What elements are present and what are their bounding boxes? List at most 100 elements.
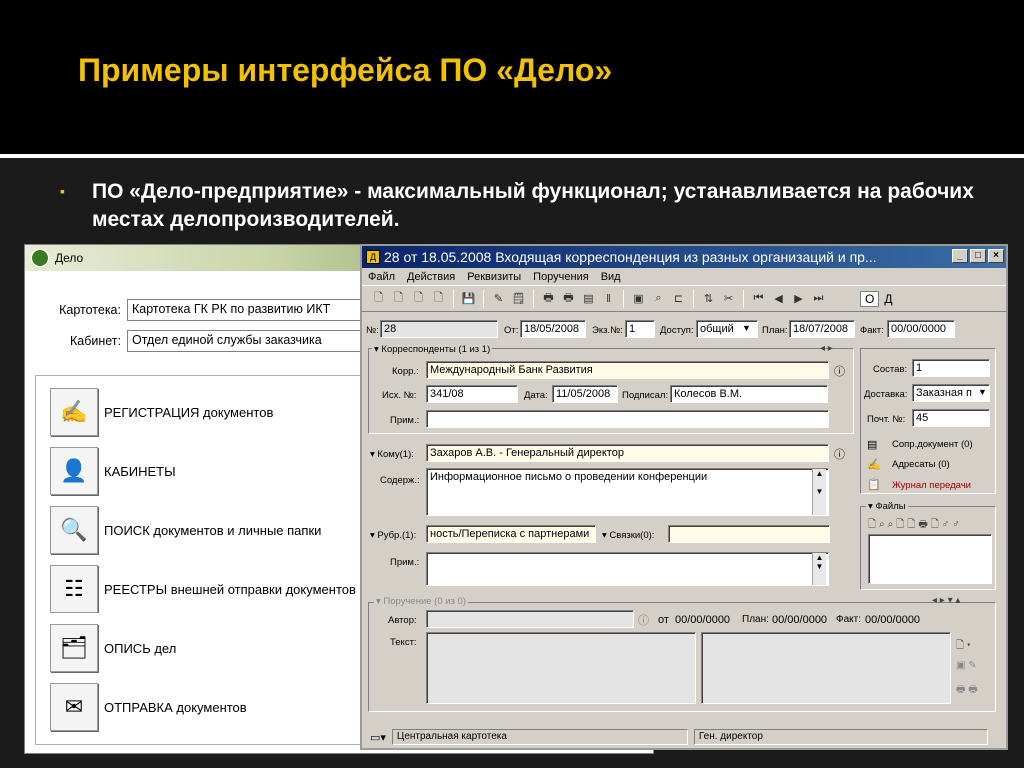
new-doc-icon[interactable]: 🗋 (370, 290, 387, 307)
kartoteka-row: Картотека: Картотека ГК РК по развитию И… (41, 299, 387, 321)
fact-field[interactable]: 00/00/0000 (887, 320, 955, 338)
notes-icon[interactable]: 🗒 (510, 290, 527, 307)
menu-file[interactable]: Файл (368, 271, 395, 283)
minimize-button[interactable]: _ (952, 249, 968, 263)
maximize-button[interactable]: □ (970, 249, 986, 263)
prim2-scrollbar[interactable]: ▲ ▼ (812, 553, 826, 585)
date-label: Дата: (524, 390, 548, 401)
from-field[interactable]: 18/05/2008 (520, 320, 586, 338)
menu-search-label: ПОИСК документов и личные папки (104, 522, 322, 538)
inventory-icon: 🗂 (50, 624, 98, 672)
new-doc-template-icon[interactable]: 🗋 (430, 290, 447, 307)
svyazki-field[interactable] (668, 525, 830, 543)
num-label: №: (366, 325, 379, 336)
rubr-field[interactable]: ность/Переписка с партнерами (426, 525, 596, 543)
plan-field[interactable]: 18/07/2008 (789, 320, 855, 338)
kabinet-label: Кабинет: (69, 334, 121, 348)
link-addressees[interactable]: Адресаты (0) (892, 459, 950, 470)
scan-icon[interactable]: ▣ (630, 290, 647, 307)
menu-cabinets[interactable]: 👤 КАБИНЕТЫ (50, 447, 176, 495)
save-icon[interactable]: 💾 (460, 290, 477, 307)
copy-field[interactable]: 1 (625, 320, 655, 338)
menu-registry[interactable]: ☷ РЕЕСТРЫ внешней отправки документов (50, 565, 396, 613)
correspondents-header-text: Корреспонденты (1 из 1) (381, 344, 491, 355)
rubr-label[interactable]: ▾ Рубр.(1): (370, 530, 416, 541)
kartoteka-field[interactable]: Картотека ГК РК по развитию ИКТ (127, 299, 387, 321)
transfer-icon[interactable]: ⇅ (700, 290, 717, 307)
menu-send[interactable]: ✉ ОТПРАВКА документов (50, 683, 247, 731)
menu-inventory[interactable]: 🗂 ОПИСЬ дел (50, 624, 176, 672)
print-icon[interactable]: 🖶 (540, 290, 557, 307)
assignment-text-field[interactable] (426, 632, 696, 704)
toolbar-d-button[interactable]: Д (884, 292, 892, 306)
slide-title: Примеры интерфейса ПО «Дело» (78, 52, 613, 88)
menu-search[interactable]: 🔍 ПОИСК документов и личные папки (50, 506, 321, 554)
label-icon[interactable]: ▤ (580, 290, 597, 307)
barcode-icon[interactable]: ‖ (600, 290, 617, 307)
avtor-info-icon[interactable]: ⓘ (638, 612, 649, 628)
next-record-icon[interactable]: ▶ (790, 290, 807, 307)
avtor-label: Автор: (388, 615, 417, 626)
close-button[interactable]: × (988, 249, 1004, 263)
correspondents-header[interactable]: ▾ Корреспонденты (1 из 1) (372, 344, 493, 355)
new-doc-copy-icon[interactable]: 🗋 (390, 290, 407, 307)
status-kartoteka: Центральная картотека (391, 729, 688, 745)
print-preview-icon[interactable]: 🖶 (560, 290, 577, 307)
last-record-icon[interactable]: ⏭ (810, 290, 827, 307)
assignment-nav-icon[interactable]: ◂ ▸ ▾ ▴ (932, 595, 960, 606)
menu-registration[interactable]: ✍ РЕГИСТРАЦИЯ документов (50, 388, 273, 436)
prev-record-icon[interactable]: ◀ (770, 290, 787, 307)
assignment-new-icon[interactable]: 🗋 ▾ (956, 638, 971, 655)
komu-label[interactable]: ▾ Кому(1): (370, 449, 414, 460)
new-doc-link-icon[interactable]: 🗋 (410, 290, 427, 307)
sostav-field[interactable]: 1 (912, 359, 990, 377)
komu-info-icon[interactable]: ⓘ (834, 446, 845, 462)
corr-nav-icon[interactable]: ◂ ▸ (820, 343, 833, 354)
menu-requisites[interactable]: Реквизиты (467, 271, 521, 283)
soderzh-field[interactable]: Информационное письмо о проведении конфе… (426, 468, 829, 516)
files-header[interactable]: ▾ Файлы (866, 501, 908, 512)
link-accompanying-doc[interactable]: Сопр.документ (0) (892, 439, 973, 450)
find-icon[interactable]: ⌕ (650, 290, 667, 307)
cut-icon[interactable]: ✂ (720, 290, 737, 307)
soderzh-scrollbar[interactable]: ▲ ▼ (812, 469, 826, 515)
signed-field[interactable]: Колесов В.М. (670, 385, 828, 403)
menu-view[interactable]: Вид (601, 271, 621, 283)
prim-field[interactable] (426, 410, 829, 428)
komu-field[interactable]: Захаров А.В. - Генеральный директор (426, 444, 829, 462)
menu-assignments[interactable]: Поручения (533, 271, 589, 283)
attach-icon[interactable]: ⊏ (670, 290, 687, 307)
toolbar-o-button[interactable]: О (860, 290, 880, 307)
menu-actions[interactable]: Действия (407, 271, 455, 283)
edit-icon[interactable]: ✎ (490, 290, 507, 307)
ish-field[interactable]: 341/08 (426, 385, 518, 403)
delivery-dropdown-icon[interactable]: ▼ (978, 387, 987, 397)
files-toolbar-icons[interactable]: 🗋⌕⌕🗋🗋🖶🗋♂♂ (868, 517, 963, 534)
date-field[interactable]: 11/05/2008 (552, 385, 618, 403)
assignment-print-icons[interactable]: 🖶 🖶 (956, 682, 978, 699)
toolbar-separator (623, 289, 624, 308)
num-field[interactable]: 28 (380, 320, 498, 338)
assignment-header[interactable]: ▾ Поручение (0 из 0) (374, 596, 469, 607)
kabinet-field[interactable]: Отдел единой службы заказчика (127, 330, 387, 352)
korr-label: Корр.: (392, 366, 419, 377)
post-field[interactable]: 45 (912, 409, 990, 427)
svyazki-label[interactable]: ▾ Связки(0): (602, 530, 654, 541)
korr-info-icon[interactable]: ⓘ (834, 363, 845, 379)
avtor-field[interactable] (426, 610, 634, 628)
toolbar-separator (693, 289, 694, 308)
prim2-field[interactable] (426, 552, 829, 586)
first-record-icon[interactable]: ⏮ (750, 290, 767, 307)
svyazki-label-text: Связки(0): (609, 530, 655, 541)
korr-field[interactable]: Международный Банк Развития (426, 361, 829, 379)
access-dropdown-icon[interactable]: ▼ (742, 323, 751, 333)
slide: Примеры интерфейса ПО «Дело» ▪ ПО «Дело-… (0, 0, 1024, 768)
link-journal[interactable]: Журнал передачи (892, 480, 971, 491)
assignment-executors-field[interactable] (701, 632, 951, 704)
title-bar: Примеры интерфейса ПО «Дело» (0, 0, 1024, 158)
status-window-icon[interactable]: ▭▾ (370, 731, 386, 744)
assignment-edit-icons[interactable]: ▣ ✎ (956, 660, 977, 671)
files-list[interactable] (868, 534, 992, 584)
sostav-label: Состав: (873, 364, 908, 375)
soderzh-label: Содерж.: (380, 475, 420, 486)
